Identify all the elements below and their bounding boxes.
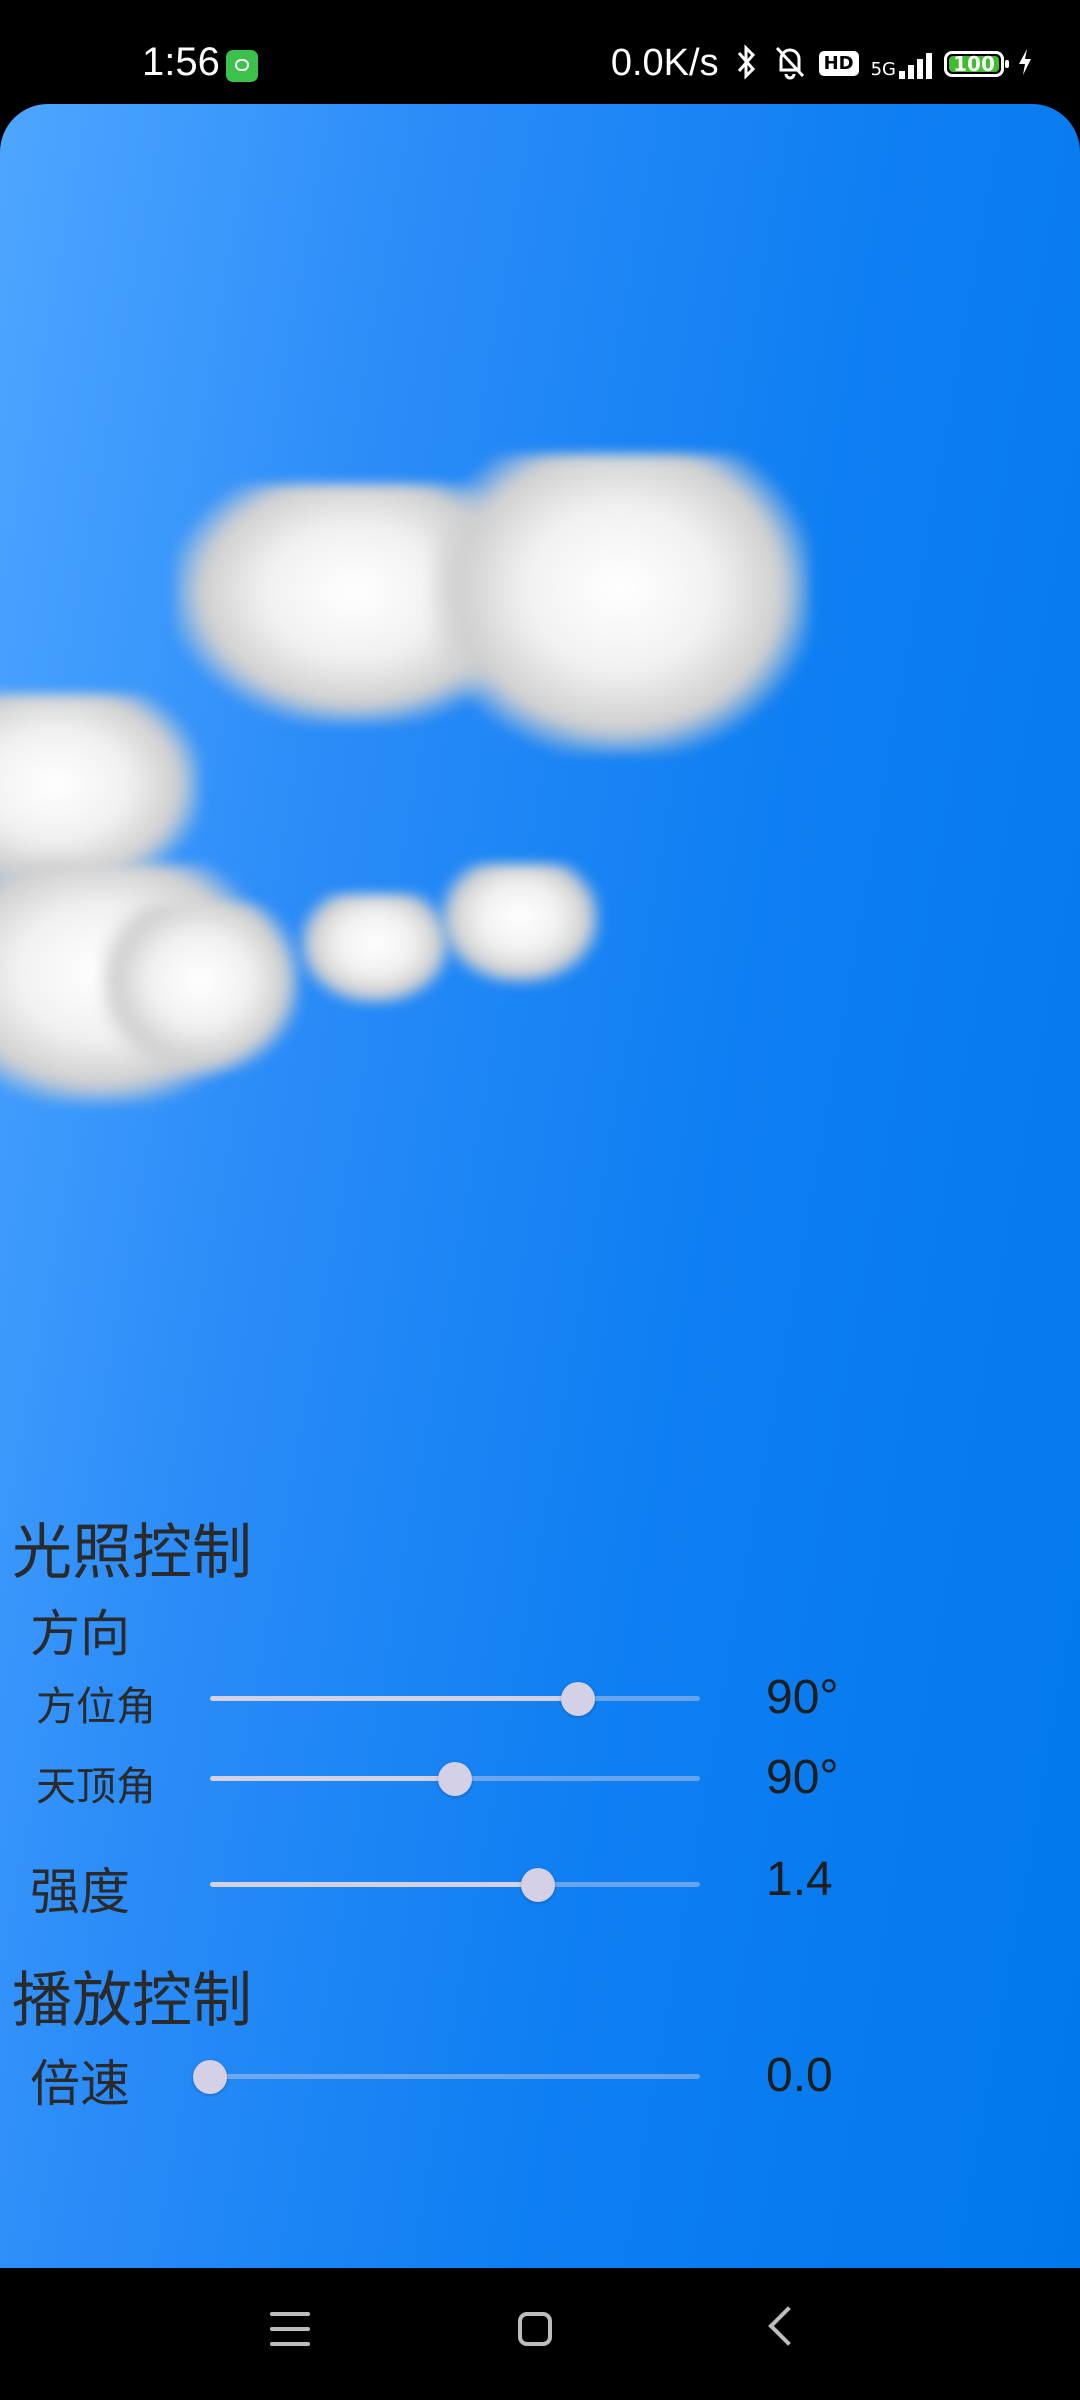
speed-value: 0.0 — [766, 2049, 833, 2102]
speed-slider[interactable] — [193, 2056, 700, 2096]
battery-level: 100 — [953, 51, 995, 76]
azimuth-label: 方位角 — [36, 1684, 156, 1730]
azimuth-slider[interactable] — [210, 1678, 700, 1718]
bluetooth-icon — [731, 43, 761, 84]
intensity-label: 强度 — [30, 1863, 130, 1921]
azimuth-slider-thumb[interactable] — [560, 1682, 595, 1716]
battery-icon: 100 — [944, 50, 1009, 77]
cloud-image — [430, 454, 810, 754]
playback-control-title: 播放控制 — [12, 1966, 252, 2036]
back-icon[interactable] — [768, 2306, 808, 2346]
intensity-slider-thumb[interactable] — [521, 1868, 556, 1902]
speed-label: 倍速 — [30, 2055, 130, 2113]
speed-slider-thumb[interactable] — [193, 2060, 227, 2094]
signal-bars — [899, 49, 932, 79]
sky-scene[interactable]: 光照控制 方向 方位角 90° 天顶角 90° 强度 1.4 播放控制 倍速 0… — [0, 104, 1080, 2268]
cloud-image — [100, 904, 300, 1074]
zenith-value: 90° — [766, 1751, 839, 1804]
home-icon[interactable] — [518, 2312, 552, 2346]
zenith-slider[interactable] — [210, 1758, 700, 1798]
status-icons: 0.0K/s HD 5G 100 — [611, 42, 1034, 85]
zenith-slider-thumb[interactable] — [438, 1762, 472, 1796]
cloud-image — [300, 894, 450, 1004]
intensity-value: 1.4 — [766, 1853, 833, 1906]
light-control-title: 光照控制 — [12, 1518, 252, 1588]
azimuth-value: 90° — [766, 1671, 839, 1724]
menu-icon[interactable] — [270, 2312, 310, 2346]
direction-label: 方向 — [30, 1605, 130, 1663]
network-type: 5G — [870, 58, 896, 80]
charging-icon — [1016, 47, 1034, 81]
cloud-image — [440, 864, 600, 984]
zenith-label: 天顶角 — [36, 1764, 156, 1810]
net-speed: 0.0K/s — [610, 42, 719, 84]
status-time: 1:56 — [142, 40, 220, 84]
status-bar: 1:56 0.0K/s HD 5G 100 — [0, 0, 1080, 104]
app-notification-icon — [226, 50, 258, 82]
intensity-slider[interactable] — [210, 1864, 700, 1904]
signal-5g-icon: 5G — [871, 49, 932, 79]
navigation-bar — [0, 2268, 1080, 2400]
hd-icon: HD — [818, 51, 859, 76]
mute-bell-icon — [773, 44, 807, 84]
